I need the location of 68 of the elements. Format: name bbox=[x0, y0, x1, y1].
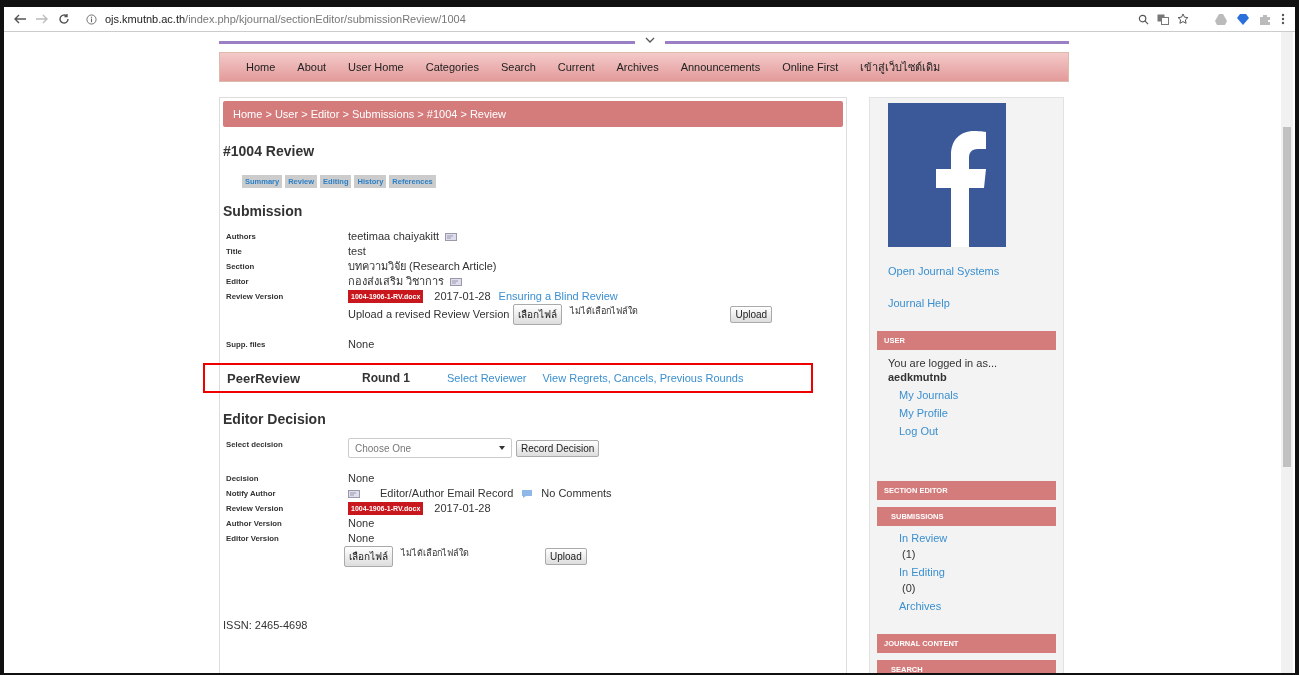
nav-link[interactable]: User Home bbox=[348, 61, 404, 73]
section-heading: PeerReview bbox=[227, 370, 301, 386]
scrollbar[interactable] bbox=[1281, 32, 1293, 673]
logged-in-text: You are logged in as... bbox=[888, 357, 999, 369]
username: aedkmutnb bbox=[888, 371, 948, 383]
blind-review-link[interactable]: Ensuring a Blind Review bbox=[498, 289, 618, 304]
count-text: (1) bbox=[902, 548, 917, 560]
zoom-icon[interactable] bbox=[1138, 13, 1149, 25]
translate-icon[interactable] bbox=[1157, 13, 1169, 25]
record-decision-button[interactable]: Record Decision bbox=[516, 439, 600, 457]
page-title: #1004 Review bbox=[223, 143, 316, 159]
user-link[interactable]: My Journals bbox=[899, 389, 1056, 401]
info-icon bbox=[86, 13, 97, 25]
submission-link[interactable]: In Review bbox=[899, 532, 1056, 544]
section-heading: Submission bbox=[223, 203, 304, 219]
email-icon[interactable] bbox=[348, 489, 360, 498]
field-value: บทความวิจัย (Research Article) bbox=[348, 259, 497, 274]
upload-label: Upload a revised Review Version bbox=[348, 307, 510, 322]
address-bar[interactable]: ojs.kmutnb.ac.th/index.php/kjournal/sectionEditor/submissionReview/1004 bbox=[80, 9, 1195, 29]
upload-button[interactable]: Upload bbox=[545, 548, 587, 565]
no-file-text: ไม่ได้เลือกไฟล์ใด bbox=[570, 305, 639, 318]
user-link[interactable]: Log Out bbox=[899, 425, 1056, 437]
email-icon[interactable] bbox=[445, 232, 458, 241]
nav-link[interactable]: Archives bbox=[616, 61, 659, 73]
no-file-text: ไม่ได้เลือกไฟล์ใด bbox=[401, 547, 469, 560]
decision-select[interactable]: Choose One bbox=[348, 438, 512, 458]
field-value: teetimaa chaiyakitt bbox=[348, 229, 440, 244]
dropdown-arrow-icon[interactable] bbox=[499, 446, 505, 450]
sidebar-link[interactable]: Open Journal Systems bbox=[888, 265, 1056, 277]
choose-file-button[interactable]: เลือกไฟล์ bbox=[513, 304, 563, 325]
field-value: None bbox=[348, 337, 375, 352]
email-record-text: Editor/Author Email Record bbox=[380, 486, 514, 501]
nav-link[interactable]: เข้าสู่เว็บไซต์เดิม bbox=[860, 58, 941, 76]
count-text: (0) bbox=[902, 582, 917, 594]
file-date: 2017-01-28 bbox=[434, 501, 491, 516]
back-icon[interactable] bbox=[14, 14, 26, 24]
review-link[interactable]: View Regrets, Cancels, Previous Rounds bbox=[542, 372, 744, 384]
upload-button[interactable]: Upload bbox=[730, 306, 773, 323]
field-value: None bbox=[348, 531, 375, 546]
email-icon[interactable] bbox=[450, 277, 463, 286]
field-value: test bbox=[348, 244, 366, 259]
issn-text: ISSN: 2465-4698 bbox=[223, 619, 309, 631]
nav-link[interactable]: Home bbox=[246, 61, 276, 73]
submission-link[interactable]: Archives bbox=[899, 600, 1056, 612]
submission-link[interactable]: In Editing bbox=[899, 566, 1056, 578]
nav-link[interactable]: About bbox=[297, 61, 327, 73]
star-icon[interactable] bbox=[1177, 13, 1189, 25]
user-link[interactable]: My Profile bbox=[899, 407, 1056, 419]
nav-link[interactable]: Announcements bbox=[680, 61, 761, 73]
logo-icon[interactable] bbox=[888, 103, 1006, 247]
menu-icon[interactable] bbox=[1281, 13, 1285, 25]
field-value: None bbox=[348, 516, 375, 531]
nav-link[interactable]: Search bbox=[500, 61, 536, 73]
reload-icon[interactable] bbox=[58, 13, 70, 25]
choose-file-button[interactable]: เลือกไฟล์ bbox=[344, 546, 393, 567]
nav-link[interactable]: Current bbox=[557, 61, 595, 73]
sidebar-link[interactable]: Journal Help bbox=[888, 297, 1056, 309]
file-date: 2017-01-28 bbox=[434, 289, 491, 304]
breadcrumb: Home > User > Editor > Submissions > #1004 > Review bbox=[223, 101, 843, 127]
section-heading: Editor Decision bbox=[223, 411, 327, 427]
review-link[interactable]: Select Reviewer bbox=[447, 372, 527, 384]
diamond-icon[interactable] bbox=[1237, 13, 1249, 25]
nav-link[interactable]: Online First bbox=[782, 61, 839, 73]
field-value: None bbox=[348, 471, 375, 486]
round-label: Round 1 bbox=[362, 371, 411, 385]
comments-text: No Comments bbox=[541, 486, 612, 501]
field-value: กองส่งเสริม วิชาการ bbox=[348, 274, 445, 289]
nav-link[interactable]: Categories bbox=[425, 61, 479, 73]
